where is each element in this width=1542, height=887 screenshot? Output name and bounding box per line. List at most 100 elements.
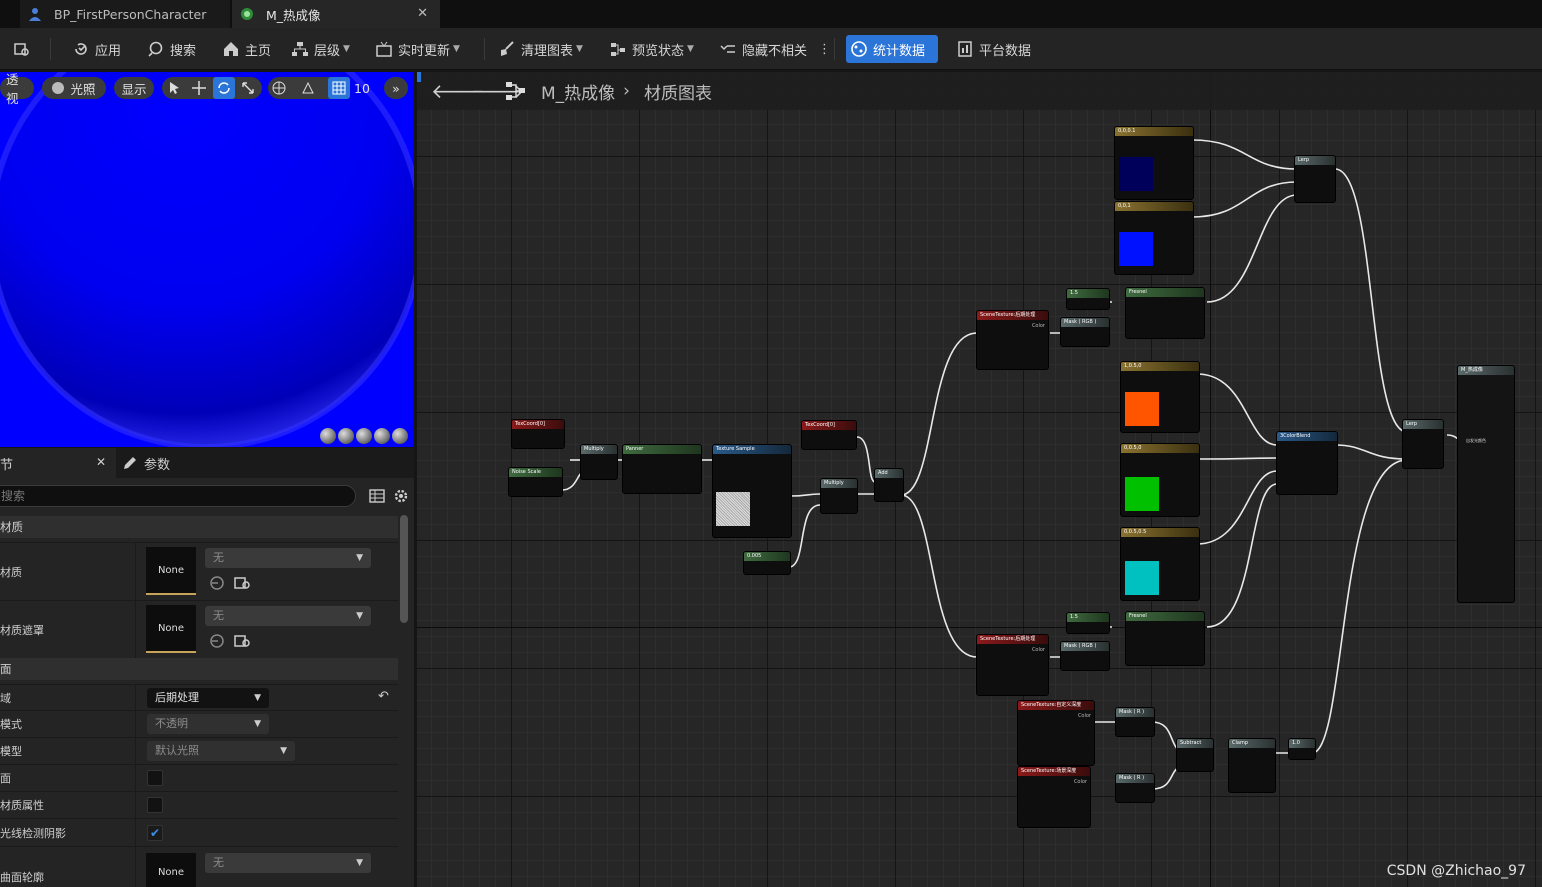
material-attributes-checkbox[interactable] <box>147 797 163 813</box>
surface-snap-icon[interactable] <box>297 77 319 99</box>
grid-size-value[interactable]: 10 <box>350 77 374 99</box>
node-constant3-cyan[interactable]: 0,0.5,0.5 <box>1120 527 1200 601</box>
node-mask-r-top[interactable]: Mask ( R ) <box>1115 707 1155 737</box>
perspective-button[interactable]: 透视 <box>0 72 34 106</box>
back-arrow-icon[interactable]: 🡐 <box>431 79 485 103</box>
breadcrumb-material[interactable]: M_热成像 <box>541 79 615 104</box>
browse-asset-icon[interactable] <box>234 575 252 591</box>
preview-state-button[interactable]: 预览状态 ▼ <box>605 34 698 64</box>
show-button[interactable]: 显示 <box>114 77 154 99</box>
node-constant-0-005[interactable]: 0.005 <box>743 551 791 575</box>
grid-snap-icon[interactable] <box>328 77 350 99</box>
node-scenetexture-bottom[interactable]: SceneTexture:后期处理 Color <box>976 634 1049 696</box>
node-mask-rgb-bottom[interactable]: Mask ( RGB ) <box>1060 641 1110 671</box>
section-material[interactable]: 材质 <box>0 516 398 538</box>
asset-thumbnail[interactable]: None <box>146 547 196 595</box>
node-lerp-top[interactable]: Lerp <box>1294 155 1336 203</box>
world-space-icon[interactable] <box>268 77 290 99</box>
select-mode-icon[interactable] <box>164 77 186 99</box>
blend-mode-dropdown[interactable]: 不透明 ▼ <box>147 714 269 734</box>
tab-parameters[interactable]: 参数 <box>122 448 170 478</box>
plane-preview-icon[interactable] <box>356 428 372 444</box>
stats-button[interactable]: 统计数据 <box>846 35 938 63</box>
section-surface[interactable]: 面 <box>0 658 398 680</box>
browse-button[interactable] <box>8 34 39 64</box>
forward-arrow-icon[interactable]: 🡒 <box>471 79 525 103</box>
live-update-button[interactable]: 实时更新 ▼ <box>371 34 464 64</box>
node-material-output[interactable]: M_热成像 自发光颜色 <box>1457 365 1515 603</box>
node-3colorblend[interactable]: 3ColorBlend <box>1276 431 1338 495</box>
gear-icon[interactable] <box>393 488 409 504</box>
close-tab-icon[interactable]: ✕ <box>417 6 428 21</box>
tab-m-thermal[interactable]: M_热成像 ✕ <box>232 0 440 28</box>
use-selected-icon[interactable] <box>209 575 225 591</box>
node-multiply-right[interactable]: Multiply <box>820 478 858 514</box>
translate-icon[interactable] <box>188 77 210 99</box>
blueprint-person-icon <box>29 8 41 21</box>
tab-details[interactable]: 节 ✕ <box>0 448 116 478</box>
node-scenetexture-top[interactable]: SceneTexture:后期处理 Color <box>976 310 1049 370</box>
node-subtract[interactable]: Subtract <box>1176 738 1214 772</box>
asset-dropdown[interactable]: 无 ▼ <box>205 606 371 626</box>
asset-dropdown[interactable]: 无 ▼ <box>205 548 371 568</box>
node-add[interactable]: Add <box>874 468 904 502</box>
two-sided-checkbox[interactable] <box>147 770 163 786</box>
node-mask-r-bottom[interactable]: Mask ( R ) <box>1115 773 1155 803</box>
more-options-icon[interactable]: ⋮ <box>814 34 835 64</box>
home-button[interactable]: 主页 <box>218 34 275 64</box>
hierarchy-button[interactable]: 层级 ▼ <box>287 34 354 64</box>
breadcrumb-material-graph[interactable]: 材质图表 <box>644 79 712 104</box>
node-title: TexCoord[0] <box>802 421 856 430</box>
rotate-icon[interactable] <box>213 77 235 99</box>
node-noise-scale[interactable]: Noise Scale <box>508 467 563 497</box>
search-button[interactable]: 搜索 <box>143 34 200 64</box>
node-fresnel-bottom[interactable]: Fresnel <box>1125 611 1205 666</box>
node-constant3-dark-blue[interactable]: 0,0,0.1 <box>1114 126 1194 200</box>
details-search-input[interactable]: 搜索 <box>0 485 356 507</box>
details-scrollbar[interactable] <box>400 515 408 623</box>
cylinder-preview-icon[interactable] <box>320 428 336 444</box>
shading-model-dropdown[interactable]: 默认光照 ▼ <box>147 741 295 761</box>
node-multiply-left[interactable]: Multiply <box>580 444 618 480</box>
reset-to-default-icon[interactable]: ↶ <box>378 689 389 704</box>
node-panner[interactable]: Panner <box>622 444 702 494</box>
node-constant-1[interactable]: 1.0 <box>1288 738 1316 760</box>
apply-button[interactable]: 应用 <box>68 34 125 64</box>
platform-stats-button[interactable]: 平台数据 <box>952 34 1035 64</box>
node-scenetexture-scene-depth[interactable]: SceneTexture:场景深度 Color <box>1017 766 1091 828</box>
table-view-icon[interactable] <box>369 488 385 504</box>
tab-bp-firstpersoncharacter[interactable]: BP_FirstPersonCharacter <box>20 0 230 28</box>
domain-dropdown[interactable]: 后期处理 ▼ <box>147 688 269 708</box>
node-constant3-orange[interactable]: 1,0.5,0 <box>1120 361 1200 433</box>
node-constant3-blue[interactable]: 0,0,1 <box>1114 201 1194 275</box>
sphere-preview-icon[interactable] <box>338 428 354 444</box>
preview-viewport[interactable] <box>0 72 414 447</box>
lit-button[interactable]: 光照 <box>42 77 106 99</box>
node-constant-1-5-bottom[interactable]: 1.5 <box>1066 612 1110 634</box>
raytraced-shadows-checkbox[interactable]: ✔ <box>147 825 163 841</box>
asset-thumbnail[interactable]: None <box>146 605 196 653</box>
node-mask-rgb-top[interactable]: Mask ( RGB ) <box>1060 317 1110 347</box>
node-texcoord-right[interactable]: TexCoord[0] <box>801 420 857 450</box>
node-title: SceneTexture:后期处理 <box>977 635 1048 644</box>
browse-asset-icon[interactable] <box>234 633 252 649</box>
node-fresnel-top[interactable]: Fresnel <box>1125 287 1205 339</box>
node-texcoord-left[interactable]: TexCoord[0] <box>511 419 565 449</box>
node-clamp[interactable]: Clamp <box>1228 738 1276 793</box>
close-icon[interactable]: ✕ <box>96 455 106 469</box>
clean-graph-button[interactable]: 清理图表 ▼ <box>494 34 587 64</box>
node-lerp-final[interactable]: Lerp <box>1402 419 1444 469</box>
material-graph-canvas[interactable]: 🡐 🡒 M_热成像 › 材质图表 0,0,0.1 0,0,1 1,0.5,0 0… <box>417 72 1542 887</box>
asset-thumbnail[interactable]: None <box>146 853 196 887</box>
node-constant3-green[interactable]: 0,0.5,0 <box>1120 443 1200 517</box>
node-constant-1-5-top[interactable]: 1.5 <box>1066 288 1110 310</box>
scale-icon[interactable] <box>237 77 259 99</box>
custom-mesh-preview-icon[interactable] <box>392 428 408 444</box>
hide-unrelated-button[interactable]: 隐藏不相关 <box>715 34 811 64</box>
node-texture-sample[interactable]: Texture Sample <box>712 444 792 538</box>
use-selected-icon[interactable] <box>209 633 225 649</box>
node-scenetexture-custom-depth[interactable]: SceneTexture:自定义深度 Color <box>1017 700 1095 766</box>
expand-toolbar-icon[interactable]: » <box>384 77 408 99</box>
cube-preview-icon[interactable] <box>374 428 390 444</box>
asset-dropdown[interactable]: 无 ▼ <box>205 853 371 873</box>
